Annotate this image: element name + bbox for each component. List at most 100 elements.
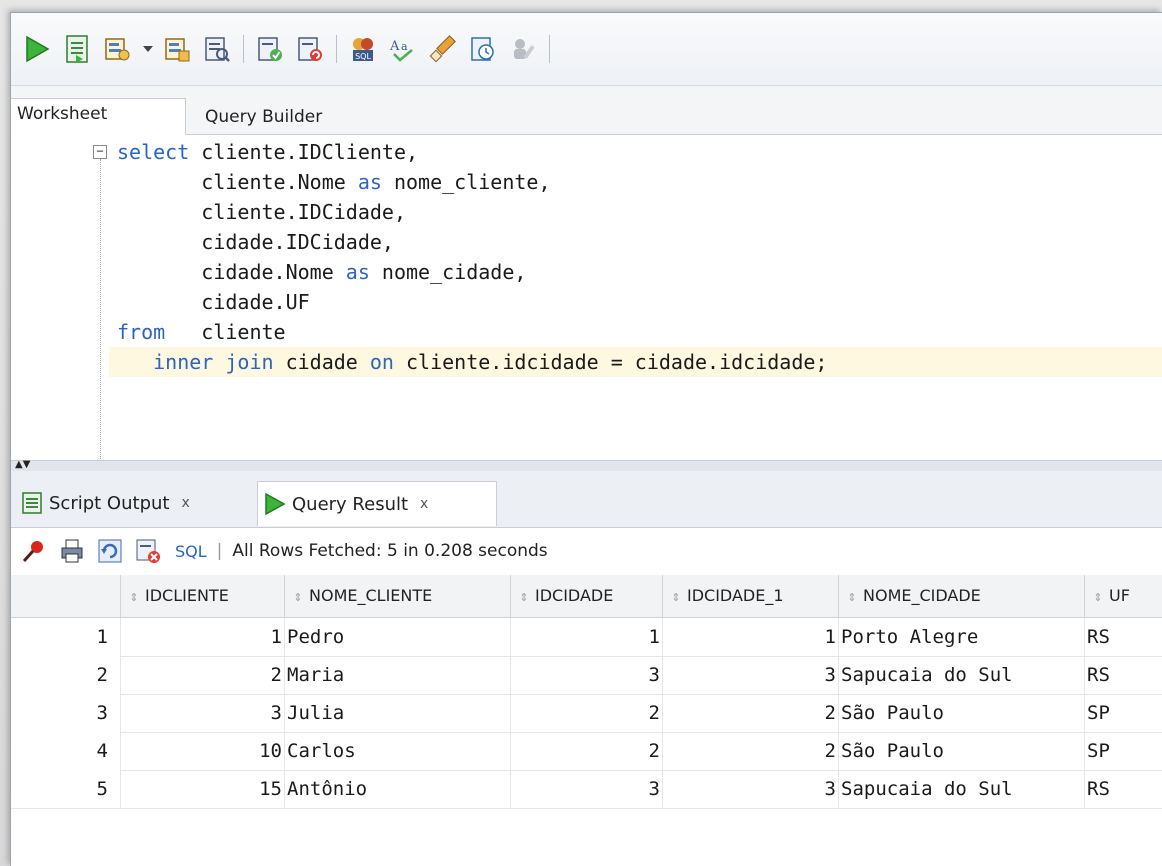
table-row[interactable]: 5 15 Antônio 3 3 Sapucaia do Sul RS xyxy=(11,770,1162,809)
column-header[interactable]: ⇕ NOME_CIDADE xyxy=(839,575,1085,617)
fold-guide xyxy=(100,159,101,459)
cell-idcidade[interactable]: 2 xyxy=(511,694,663,732)
cell-idcidade-1[interactable]: 3 xyxy=(663,656,839,694)
cell-idcidade-1[interactable]: 3 xyxy=(663,770,839,808)
table-row[interactable]: 3 3 Julia 2 2 São Paulo SP xyxy=(11,694,1162,733)
cell-idcidade-1[interactable]: 1 xyxy=(663,618,839,656)
print-icon[interactable] xyxy=(57,536,87,566)
sql-tuning-icon[interactable] xyxy=(201,33,233,65)
tab-query-builder[interactable]: Query Builder xyxy=(205,100,322,140)
unshared-icon[interactable] xyxy=(507,33,539,65)
cell-uf[interactable]: SP xyxy=(1085,732,1162,770)
cell-uf[interactable]: RS xyxy=(1085,618,1162,656)
cell-uf[interactable]: SP xyxy=(1085,694,1162,732)
cell-nome-cliente[interactable]: Pedro xyxy=(285,618,511,656)
cell-uf[interactable]: RS xyxy=(1085,770,1162,808)
fold-toggle-icon[interactable]: − xyxy=(93,145,107,159)
cell-idcliente[interactable]: 3 xyxy=(121,694,285,732)
autotrace-icon[interactable] xyxy=(101,33,133,65)
column-header[interactable]: ⇕ NOME_CLIENTE xyxy=(285,575,511,617)
table-row[interactable]: 2 2 Maria 3 3 Sapucaia do Sul RS xyxy=(11,656,1162,695)
cell-nome-cliente[interactable]: Carlos xyxy=(285,732,511,770)
cell-idcliente[interactable]: 10 xyxy=(121,732,285,770)
table-row[interactable]: 4 10 Carlos 2 2 São Paulo SP xyxy=(11,732,1162,771)
script-output-icon xyxy=(21,491,43,515)
cell-idcidade[interactable]: 2 xyxy=(511,732,663,770)
results-grid[interactable]: ⇕ IDCLIENTE ⇕ NOME_CLIENTE ⇕ IDCIDADE ⇕ IDCI… xyxy=(11,575,1162,866)
tab-worksheet[interactable]: Worksheet xyxy=(11,98,186,135)
output-tab-bar: Script Output x Query Result x xyxy=(11,471,1162,528)
cell-uf[interactable]: RS xyxy=(1085,656,1162,694)
run-script-icon[interactable] xyxy=(61,33,93,65)
explain-plan-icon[interactable] xyxy=(161,33,193,65)
cell-idcidade[interactable]: 3 xyxy=(511,656,663,694)
cell-nome-cliente[interactable]: Maria xyxy=(285,656,511,694)
run-statement-icon xyxy=(264,492,286,516)
code-line: cidade.Nome as nome_cidade, xyxy=(117,260,527,284)
cell-nome-cidade[interactable]: São Paulo xyxy=(839,694,1085,732)
cell-idcidade-1[interactable]: 2 xyxy=(663,732,839,770)
tab-label: Query Result xyxy=(292,493,409,515)
close-icon[interactable]: x xyxy=(181,495,189,511)
results-toolbar: SQL | All Rows Fetched: 5 in 0.208 secon… xyxy=(11,528,1162,574)
cell-idcliente[interactable]: 15 xyxy=(121,770,285,808)
commit-icon[interactable] xyxy=(254,33,286,65)
row-number-header xyxy=(11,575,121,617)
splitter-arrows-icon[interactable]: ▲▼ xyxy=(15,460,30,470)
cell-nome-cliente[interactable]: Julia xyxy=(285,694,511,732)
svg-text:A: A xyxy=(389,39,400,54)
row-number: 1 xyxy=(11,618,121,656)
cell-idcliente[interactable]: 2 xyxy=(121,656,285,694)
rollback-icon[interactable] xyxy=(294,33,326,65)
code-line: from cliente xyxy=(117,320,286,344)
column-header[interactable]: ⇕ UF xyxy=(1085,575,1162,617)
history-icon[interactable] xyxy=(467,33,499,65)
tab-query-result[interactable]: Query Result x xyxy=(257,481,497,526)
toolbar-separator xyxy=(336,35,337,63)
pin-icon[interactable] xyxy=(19,536,49,566)
cell-nome-cidade[interactable]: São Paulo xyxy=(839,732,1085,770)
cell-nome-cliente[interactable]: Antônio xyxy=(285,770,511,808)
sql-editor[interactable]: − select cliente.IDCliente, cliente.Nome… xyxy=(11,135,1162,460)
sort-icon: ⇕ xyxy=(1093,591,1103,604)
code-line: cliente.IDCidade, xyxy=(117,200,406,224)
format-icon[interactable]: Aa xyxy=(387,33,419,65)
sql-worksheet-icon[interactable]: SQL xyxy=(347,33,379,65)
toolbar-separator xyxy=(243,35,244,63)
sort-icon: ⇕ xyxy=(519,591,529,604)
code-line-current: inner join cidade on cliente.idcidade = … xyxy=(109,347,1162,377)
cell-nome-cidade[interactable]: Sapucaia do Sul xyxy=(839,770,1085,808)
chevron-down-icon[interactable] xyxy=(141,33,155,65)
cell-idcidade[interactable]: 3 xyxy=(511,770,663,808)
clear-icon[interactable] xyxy=(427,33,459,65)
column-header[interactable]: ⇕ IDCLIENTE xyxy=(121,575,285,617)
sort-icon: ⇕ xyxy=(129,591,139,604)
cell-idcliente[interactable]: 1 xyxy=(121,618,285,656)
cell-idcidade[interactable]: 1 xyxy=(511,618,663,656)
row-number: 2 xyxy=(11,656,121,694)
row-number: 3 xyxy=(11,694,121,732)
column-header[interactable]: ⇕ IDCIDADE_1 xyxy=(663,575,839,617)
cell-nome-cidade[interactable]: Sapucaia do Sul xyxy=(839,656,1085,694)
sort-icon: ⇕ xyxy=(293,591,303,604)
cell-idcidade-1[interactable]: 2 xyxy=(663,694,839,732)
column-header[interactable]: ⇕ IDCIDADE xyxy=(511,575,663,617)
worksheet-toolbar: SQL Aa xyxy=(11,13,1162,86)
tab-label: Script Output xyxy=(49,492,170,514)
sql-link[interactable]: SQL xyxy=(175,542,207,561)
toolbar-separator: | xyxy=(216,541,223,561)
code-line: cidade.UF xyxy=(117,290,310,314)
close-icon[interactable]: x xyxy=(420,496,428,512)
code-line: cliente.Nome as nome_cliente, xyxy=(117,170,551,194)
svg-text:SQL: SQL xyxy=(355,52,371,61)
refresh-icon[interactable] xyxy=(95,536,125,566)
toolbar-separator xyxy=(549,35,550,63)
cell-nome-cidade[interactable]: Porto Alegre xyxy=(839,618,1085,656)
code-line: cidade.IDCidade, xyxy=(117,230,394,254)
code-line: select cliente.IDCliente, xyxy=(117,140,419,164)
fetch-status: All Rows Fetched: 5 in 0.208 seconds xyxy=(232,541,548,561)
cancel-query-icon[interactable] xyxy=(133,536,163,566)
run-statement-icon[interactable] xyxy=(21,33,53,65)
tab-script-output[interactable]: Script Output x xyxy=(15,481,251,525)
table-row[interactable]: 1 1 Pedro 1 1 Porto Alegre RS xyxy=(11,618,1162,657)
